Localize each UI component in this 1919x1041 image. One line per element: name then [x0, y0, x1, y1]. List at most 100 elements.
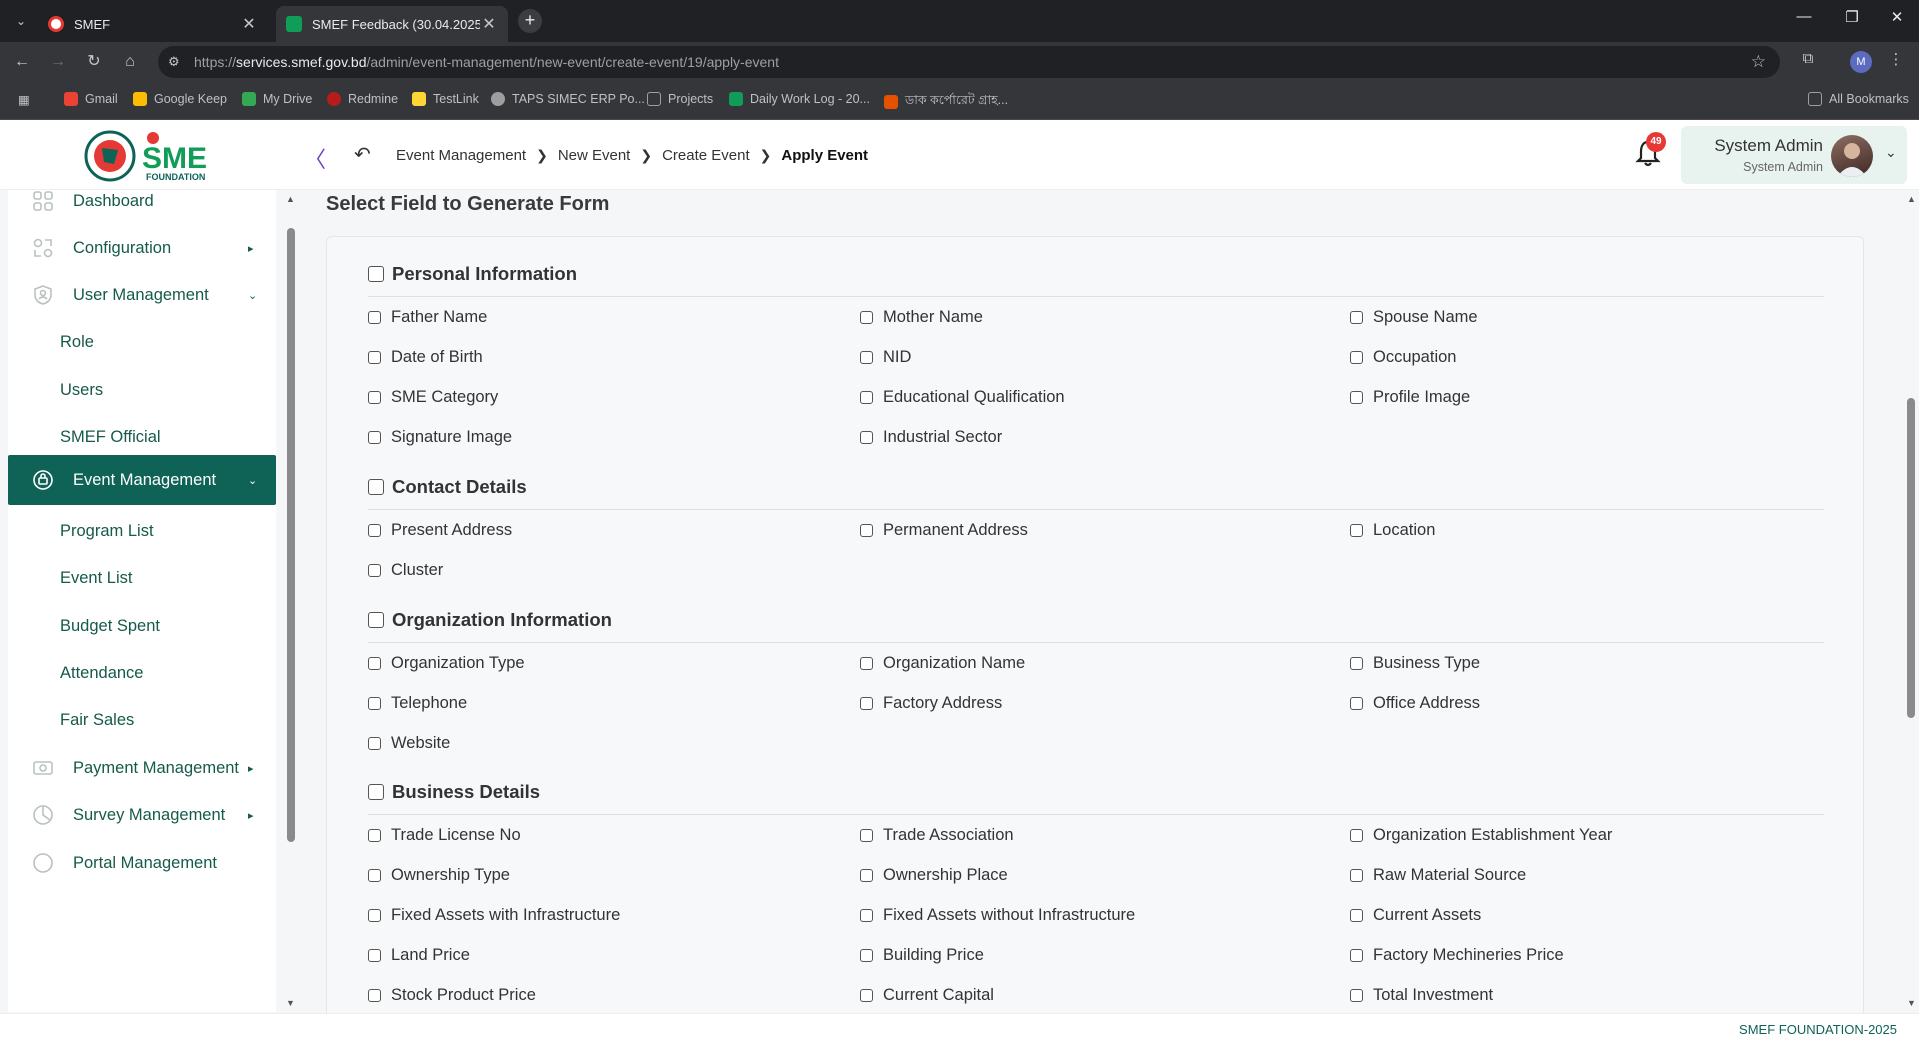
field-cluster[interactable]: Cluster — [368, 561, 443, 580]
section-checkbox[interactable] — [368, 784, 384, 800]
field-present-address[interactable]: Present Address — [368, 521, 512, 540]
sidebar-item-user-management[interactable]: User Management ⌄ — [8, 270, 276, 320]
field-checkbox[interactable] — [1350, 351, 1363, 364]
extensions-icon[interactable]: ⧉ — [1796, 50, 1820, 67]
field-date-of-birth[interactable]: Date of Birth — [368, 348, 483, 367]
field-checkbox[interactable] — [860, 351, 873, 364]
field-ownership-type[interactable]: Ownership Type — [368, 866, 510, 885]
bookmark-gmail[interactable]: Gmail — [64, 92, 118, 106]
bookmark-my-drive[interactable]: My Drive — [242, 92, 312, 106]
all-bookmarks[interactable]: All Bookmarks — [1808, 92, 1909, 106]
field-checkbox[interactable] — [368, 391, 381, 404]
field-checkbox[interactable] — [1350, 869, 1363, 882]
field-current-assets[interactable]: Current Assets — [1350, 906, 1481, 925]
sidebar-item-dashboard[interactable]: Dashboard — [8, 190, 276, 226]
bookmark-dak[interactable]: ডাক কর্পোরেট গ্রাহ... — [884, 92, 1008, 112]
field-checkbox[interactable] — [368, 989, 381, 1002]
field-telephone[interactable]: Telephone — [368, 694, 467, 713]
sidebar-scrollbar[interactable]: ▲ ▼ — [284, 190, 298, 1012]
field-checkbox[interactable] — [860, 431, 873, 444]
field-permanent-address[interactable]: Permanent Address — [860, 521, 1028, 540]
field-educational-qualification[interactable]: Educational Qualification — [860, 388, 1065, 407]
field-factory-mechineries-price[interactable]: Factory Mechineries Price — [1350, 946, 1564, 965]
field-raw-material-source[interactable]: Raw Material Source — [1350, 866, 1526, 885]
tab-search-chevron-icon[interactable]: ⌄ — [10, 10, 32, 32]
sidebar-item-portal-management[interactable]: Portal Management — [8, 838, 276, 888]
apps-grid-icon[interactable]: ▦ — [18, 92, 30, 107]
field-location[interactable]: Location — [1350, 521, 1435, 540]
bookmark-google-keep[interactable]: Google Keep — [133, 92, 227, 106]
section-checkbox[interactable] — [368, 612, 384, 628]
sidebar-item-fair-sales[interactable]: Fair Sales — [8, 695, 276, 745]
field-occupation[interactable]: Occupation — [1350, 348, 1456, 367]
chevron-down-icon[interactable]: ⌄ — [1885, 144, 1897, 161]
field-checkbox[interactable] — [368, 311, 381, 324]
section-checkbox[interactable] — [368, 479, 384, 495]
field-checkbox[interactable] — [1350, 524, 1363, 537]
field-checkbox[interactable] — [368, 564, 381, 577]
section-contact-details[interactable]: Contact Details — [368, 476, 527, 498]
field-building-price[interactable]: Building Price — [860, 946, 984, 965]
user-menu[interactable]: System Admin System Admin ⌄ — [1681, 126, 1907, 184]
breadcrumb-create-event[interactable]: Create Event — [662, 147, 750, 164]
field-organization-name[interactable]: Organization Name — [860, 654, 1025, 673]
field-spouse-name[interactable]: Spouse Name — [1350, 308, 1478, 327]
field-industrial-sector[interactable]: Industrial Sector — [860, 428, 1002, 447]
bookmark-taps-erp[interactable]: TAPS SIMEC ERP Po... — [491, 92, 645, 106]
field-checkbox[interactable] — [860, 909, 873, 922]
sidebar-item-survey-management[interactable]: Survey Management ▸ — [8, 790, 276, 840]
field-checkbox[interactable] — [368, 949, 381, 962]
sidebar-item-attendance[interactable]: Attendance — [8, 648, 276, 698]
field-checkbox[interactable] — [368, 869, 381, 882]
restore-icon[interactable]: ❐ — [1832, 8, 1872, 26]
bookmark-redmine[interactable]: Redmine — [327, 92, 398, 106]
main-scrollbar[interactable]: ▲ ▼ — [1903, 190, 1919, 1012]
field-checkbox[interactable] — [368, 829, 381, 842]
section-checkbox[interactable] — [368, 266, 384, 282]
close-window-icon[interactable]: ✕ — [1877, 8, 1917, 26]
sidebar-item-role[interactable]: Role — [8, 317, 276, 367]
back-arrow-icon[interactable]: ← — [10, 50, 34, 74]
browser-tab-feedback[interactable]: SMEF Feedback (30.04.2025) - G ✕ — [276, 6, 508, 42]
close-icon[interactable]: ✕ — [480, 14, 498, 34]
field-trade-association[interactable]: Trade Association — [860, 826, 1014, 845]
close-icon[interactable]: ✕ — [240, 14, 258, 34]
bookmark-daily-work-log[interactable]: Daily Work Log - 20... — [729, 92, 870, 106]
sidebar-item-configuration[interactable]: Configuration ▸ — [8, 223, 276, 273]
field-stock-product-price[interactable]: Stock Product Price — [368, 986, 536, 1005]
minimize-icon[interactable]: — — [1784, 8, 1824, 25]
profile-avatar[interactable]: M — [1850, 51, 1872, 73]
field-fixed-assets-with-infrastructure[interactable]: Fixed Assets with Infrastructure — [368, 906, 620, 925]
field-father-name[interactable]: Father Name — [368, 308, 487, 327]
field-checkbox[interactable] — [1350, 829, 1363, 842]
field-checkbox[interactable] — [860, 989, 873, 1002]
section-organization-information[interactable]: Organization Information — [368, 609, 612, 631]
home-icon[interactable]: ⌂ — [118, 50, 142, 74]
breadcrumb-new-event[interactable]: New Event — [558, 147, 631, 164]
field-sme-category[interactable]: SME Category — [368, 388, 498, 407]
field-checkbox[interactable] — [860, 829, 873, 842]
field-checkbox[interactable] — [860, 311, 873, 324]
field-checkbox[interactable] — [368, 351, 381, 364]
bookmark-star-icon[interactable]: ☆ — [1751, 52, 1766, 72]
sidebar-item-event-list[interactable]: Event List — [8, 553, 276, 603]
undo-back-icon[interactable]: ↶ — [354, 142, 371, 167]
field-checkbox[interactable] — [860, 524, 873, 537]
field-current-capital[interactable]: Current Capital — [860, 986, 994, 1005]
field-profile-image[interactable]: Profile Image — [1350, 388, 1470, 407]
field-business-type[interactable]: Business Type — [1350, 654, 1480, 673]
bookmark-projects[interactable]: Projects — [647, 92, 713, 106]
field-signature-image[interactable]: Signature Image — [368, 428, 512, 447]
field-land-price[interactable]: Land Price — [368, 946, 470, 965]
field-checkbox[interactable] — [860, 869, 873, 882]
field-total-investment[interactable]: Total Investment — [1350, 986, 1493, 1005]
field-checkbox[interactable] — [1350, 909, 1363, 922]
address-bar[interactable]: ⚙ https://services.smef.gov.bd/admin/eve… — [158, 46, 1780, 78]
field-checkbox[interactable] — [860, 949, 873, 962]
field-organization-establishment-year[interactable]: Organization Establishment Year — [1350, 826, 1612, 845]
field-checkbox[interactable] — [1350, 697, 1363, 710]
sidebar-item-payment-management[interactable]: Payment Management ▸ — [8, 743, 276, 793]
field-ownership-place[interactable]: Ownership Place — [860, 866, 1008, 885]
field-checkbox[interactable] — [1350, 657, 1363, 670]
breadcrumb-event-management[interactable]: Event Management — [396, 147, 526, 164]
